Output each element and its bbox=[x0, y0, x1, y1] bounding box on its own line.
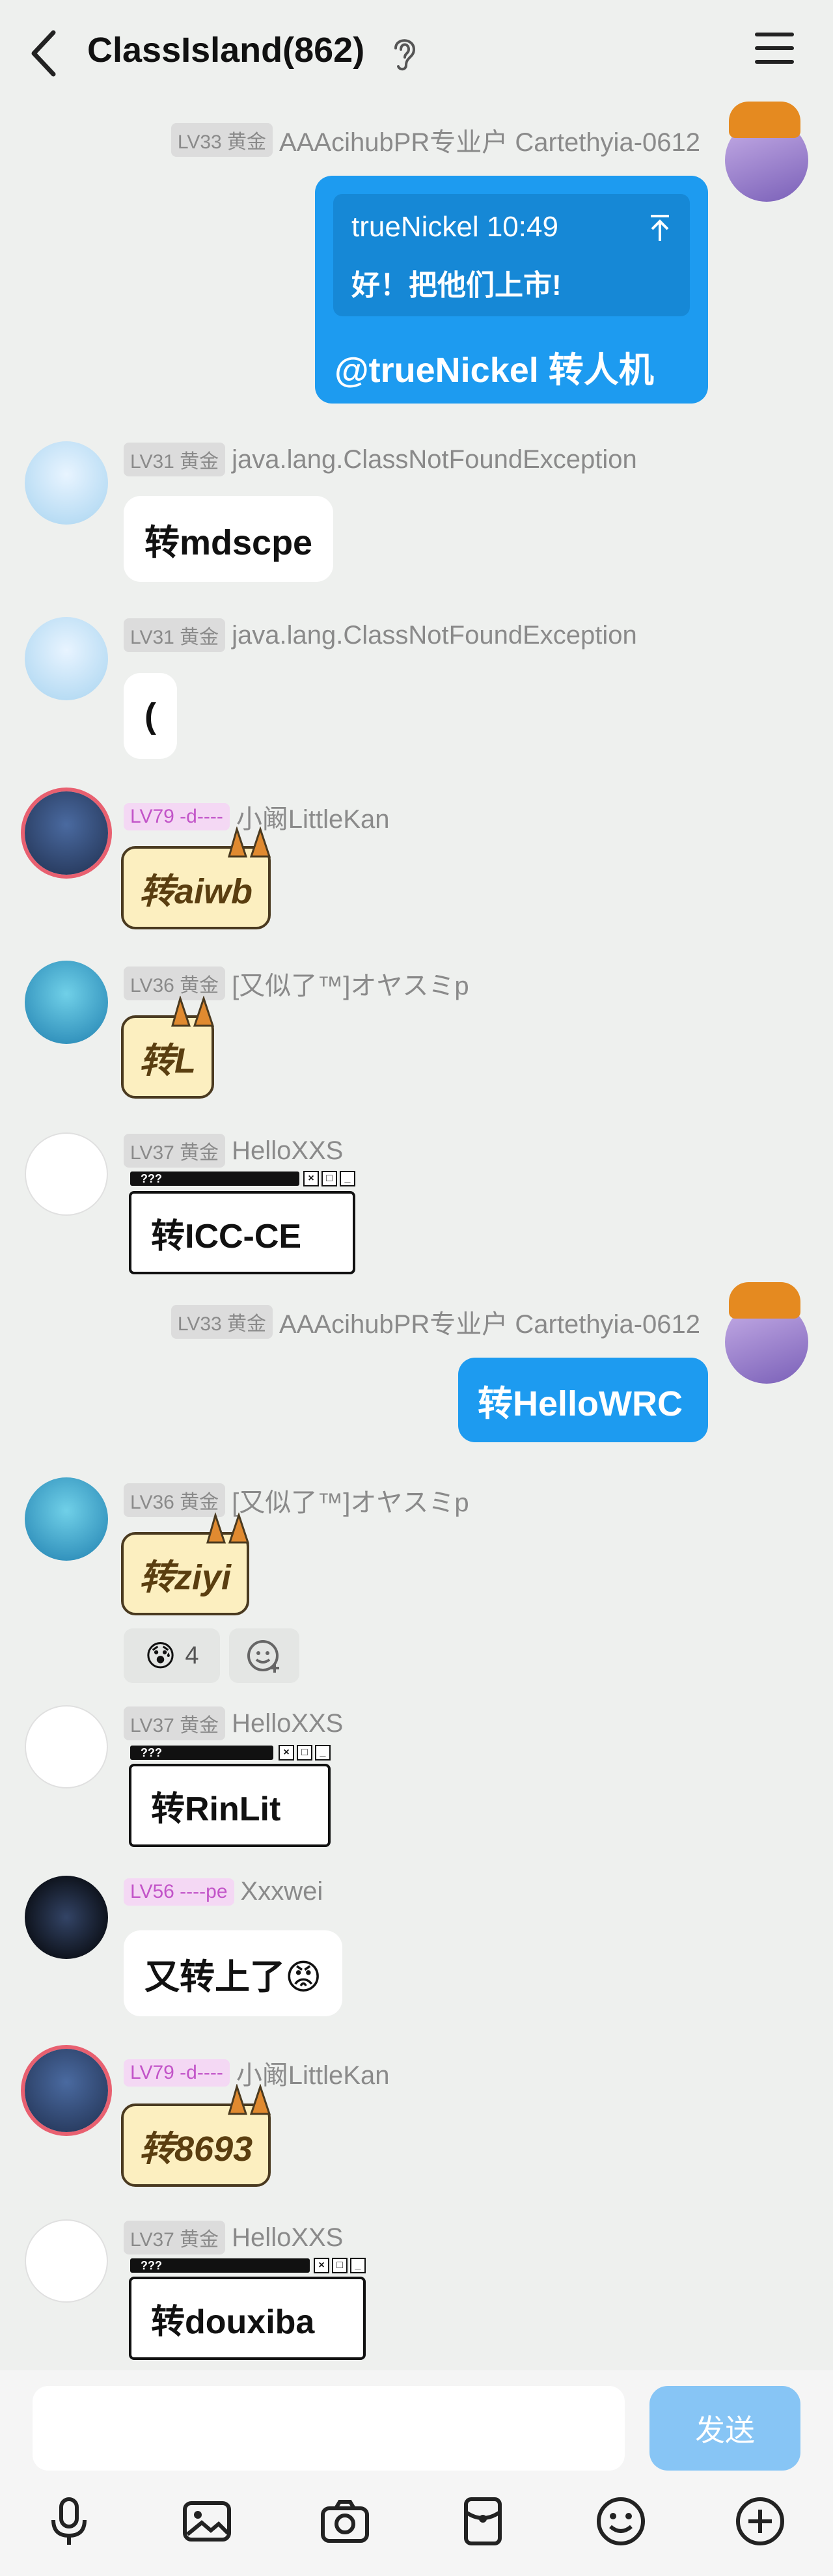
message-bubble[interactable]: 转ziyi bbox=[121, 1513, 250, 1615]
reaction-emoji: 😰 bbox=[144, 1639, 176, 1673]
chat-title[interactable]: ClassIsland(862) bbox=[87, 30, 364, 70]
microphone-icon[interactable] bbox=[43, 2495, 95, 2547]
level-badge: LV79 -d---- bbox=[124, 803, 230, 830]
message-text: 又转上了😡 bbox=[144, 1957, 322, 1997]
image-icon[interactable] bbox=[181, 2495, 233, 2547]
message-meta: LV31 黄金 java.lang.ClassNotFoundException bbox=[124, 443, 637, 476]
sender-nickname[interactable]: HelloXXS bbox=[232, 1136, 343, 1165]
message-meta: LV33 黄金 AAAcihubPR专业户 Cartethyia-0612 bbox=[171, 1303, 700, 1341]
message-text: 转mdscpe bbox=[144, 523, 313, 562]
message-meta: LV56 ----pe Xxxwei bbox=[124, 1877, 323, 1906]
message-bubble[interactable]: trueNickel 10:49 好！把他们上市! @trueNickel 转人… bbox=[315, 176, 708, 404]
level-badge: LV37 黄金 bbox=[124, 1706, 226, 1740]
terminal-titlebar: ??? bbox=[130, 1746, 273, 1760]
avatar[interactable] bbox=[25, 617, 108, 700]
avatar[interactable] bbox=[25, 1132, 108, 1216]
message-bubble[interactable]: 转RinLit bbox=[129, 1764, 331, 1847]
message-text: 转aiwb bbox=[139, 871, 253, 911]
terminal-window-buttons: × □ _ bbox=[279, 1745, 331, 1761]
message-text: 转douxiba bbox=[151, 2303, 315, 2341]
jump-to-top-icon[interactable] bbox=[648, 213, 672, 242]
level-badge: LV31 黄金 bbox=[124, 443, 226, 476]
cat-ears-decoration bbox=[206, 1513, 250, 1544]
message-meta: LV33 黄金 AAAcihubPR专业户 Cartethyia-0612 bbox=[171, 121, 700, 159]
cat-ears-decoration bbox=[171, 996, 215, 1027]
reply-author: trueNickel 10:49 bbox=[351, 211, 558, 243]
avatar-frame-decoration bbox=[729, 1282, 800, 1319]
message-text: 转ziyi bbox=[139, 1557, 232, 1597]
message-text: 转RinLit bbox=[151, 1790, 281, 1828]
level-badge: LV56 ----pe bbox=[124, 1878, 234, 1906]
message-input[interactable] bbox=[33, 2386, 625, 2471]
level-badge: LV79 -d---- bbox=[124, 2059, 230, 2087]
reaction-chip[interactable]: 😰 4 bbox=[124, 1628, 220, 1683]
avatar[interactable] bbox=[25, 1477, 108, 1561]
sender-nickname[interactable]: [又似了™]オヤスミp bbox=[232, 1488, 469, 1517]
avatar[interactable] bbox=[25, 961, 108, 1044]
message-text: 转HelloWRC bbox=[478, 1384, 683, 1423]
sender-nickname[interactable]: AAAcihubPR专业户 Cartethyia-0612 bbox=[279, 1310, 700, 1339]
message-text: 转8693 bbox=[139, 2129, 253, 2169]
message-meta: LV31 黄金 java.lang.ClassNotFoundException bbox=[124, 618, 637, 652]
sender-nickname[interactable]: HelloXXS bbox=[232, 1709, 343, 1738]
message-meta: LV37 黄金 HelloXXS bbox=[124, 1706, 343, 1740]
message-bubble[interactable]: 转ICC-CE bbox=[129, 1191, 355, 1274]
level-badge: LV37 黄金 bbox=[124, 2221, 226, 2254]
message-meta: LV37 黄金 HelloXXS bbox=[124, 1134, 343, 1168]
emoji-icon[interactable] bbox=[595, 2495, 647, 2547]
message-bubble[interactable]: ( bbox=[124, 673, 177, 759]
avatar[interactable] bbox=[25, 1876, 108, 1959]
hamburger-menu-icon[interactable] bbox=[755, 33, 794, 72]
message-bubble[interactable]: 又转上了😡 bbox=[124, 1930, 343, 2016]
message-text: 转L bbox=[139, 1041, 196, 1080]
sender-nickname[interactable]: AAAcihubPR专业户 Cartethyia-0612 bbox=[279, 128, 700, 157]
add-reaction-button[interactable] bbox=[229, 1628, 299, 1683]
message-bubble[interactable]: 转douxiba bbox=[129, 2277, 366, 2360]
avatar[interactable] bbox=[25, 441, 108, 525]
terminal-titlebar: ??? bbox=[130, 1172, 299, 1186]
level-badge: LV33 黄金 bbox=[171, 1305, 273, 1339]
message-bubble[interactable]: 转HelloWRC bbox=[458, 1358, 708, 1442]
camera-icon[interactable] bbox=[319, 2495, 371, 2547]
avatar[interactable] bbox=[25, 2049, 108, 2132]
sender-nickname[interactable]: java.lang.ClassNotFoundException bbox=[232, 445, 637, 474]
terminal-window-buttons: × □ _ bbox=[303, 1171, 355, 1186]
reaction-count: 4 bbox=[185, 1641, 199, 1669]
message-text: ( bbox=[144, 696, 156, 735]
chevron-left-icon[interactable] bbox=[26, 27, 72, 79]
reply-quote[interactable]: trueNickel 10:49 好！把他们上市! bbox=[333, 194, 690, 316]
cat-ears-decoration bbox=[228, 2084, 271, 2115]
send-button[interactable]: 发送 bbox=[649, 2386, 800, 2471]
message-text: 转ICC-CE bbox=[151, 1217, 302, 1255]
cat-ears-decoration bbox=[228, 827, 271, 858]
level-badge: LV33 黄金 bbox=[171, 123, 273, 157]
message-meta: LV37 黄金 HelloXXS bbox=[124, 2221, 343, 2254]
message-bubble[interactable]: 转mdscpe bbox=[124, 496, 334, 582]
avatar[interactable] bbox=[25, 791, 108, 875]
terminal-window-buttons: × □ _ bbox=[314, 2258, 366, 2273]
message-bubble[interactable]: 转8693 bbox=[121, 2084, 271, 2187]
message-bubble[interactable]: 转aiwb bbox=[121, 827, 271, 929]
sender-nickname[interactable]: HelloXXS bbox=[232, 2223, 343, 2252]
avatar[interactable] bbox=[25, 1705, 108, 1788]
red-packet-icon[interactable] bbox=[457, 2495, 509, 2547]
level-badge: LV31 黄金 bbox=[124, 618, 226, 652]
sender-nickname[interactable]: java.lang.ClassNotFoundException bbox=[232, 621, 637, 650]
plus-icon[interactable] bbox=[734, 2495, 786, 2547]
add-emoji-icon bbox=[247, 1640, 279, 1673]
sender-nickname[interactable]: Xxxwei bbox=[241, 1877, 323, 1906]
message-text: @trueNickel 转人机 bbox=[335, 351, 654, 390]
ear-icon[interactable] bbox=[390, 34, 419, 73]
sender-nickname[interactable]: [又似了™]オヤスミp bbox=[232, 972, 469, 1000]
level-badge: LV37 黄金 bbox=[124, 1134, 226, 1168]
message-meta: LV36 黄金 [又似了™]オヤスミp bbox=[124, 1481, 469, 1519]
avatar[interactable] bbox=[25, 2219, 108, 2303]
avatar-frame-decoration bbox=[729, 102, 800, 138]
terminal-titlebar: ??? bbox=[130, 2258, 310, 2273]
message-bubble[interactable]: 转L bbox=[121, 996, 215, 1099]
reply-text: 好！把他们上市! bbox=[351, 269, 562, 301]
